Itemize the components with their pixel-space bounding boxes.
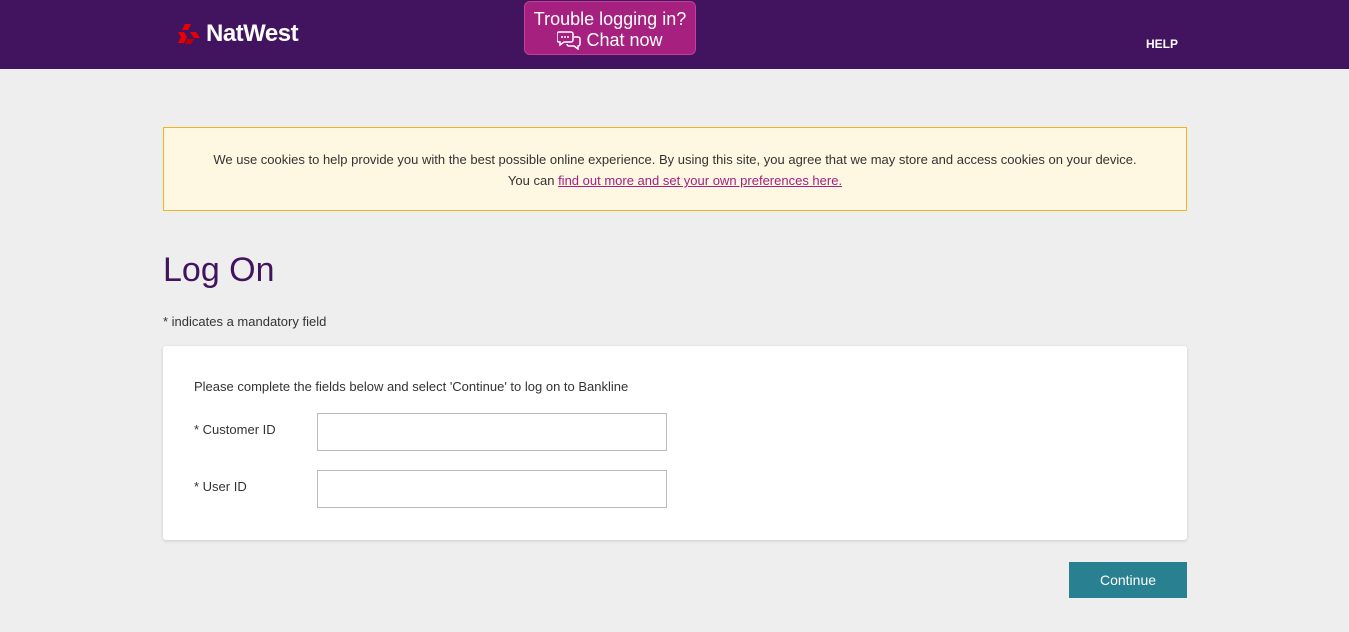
cookie-banner-text-prefix: You can <box>507 173 555 188</box>
trouble-logging-in-chat-button[interactable]: Trouble logging in? Chat now <box>524 1 696 55</box>
natwest-chevron-logo-icon <box>178 24 200 44</box>
natwest-logo[interactable]: NatWest <box>177 20 299 48</box>
mandatory-field-note: * indicates a mandatory field <box>163 314 327 329</box>
page-title: Log On <box>163 251 275 289</box>
chat-heading: Trouble logging in? <box>533 9 687 29</box>
cookie-banner-text: We use cookies to help provide you with … <box>213 152 1137 167</box>
chat-now-label: Chat now <box>586 30 663 50</box>
logon-form-card: Please complete the fields below and sel… <box>163 346 1187 540</box>
customer-id-input[interactable] <box>317 413 667 451</box>
chat-bubbles-icon <box>557 31 582 50</box>
help-link[interactable]: HELP <box>1146 37 1178 51</box>
site-header: NatWest Trouble logging in? Chat now HEL… <box>0 0 1349 69</box>
user-id-label: * User ID <box>194 479 247 494</box>
brand-name: NatWest <box>206 20 299 47</box>
cookie-banner: We use cookies to help provide you with … <box>163 127 1187 211</box>
cookie-preferences-link[interactable]: find out more and set your own preferenc… <box>558 173 842 188</box>
form-intro-text: Please complete the fields below and sel… <box>194 379 629 394</box>
user-id-input[interactable] <box>317 470 667 508</box>
customer-id-label: * Customer ID <box>194 422 276 437</box>
continue-button[interactable]: Continue <box>1069 562 1187 598</box>
